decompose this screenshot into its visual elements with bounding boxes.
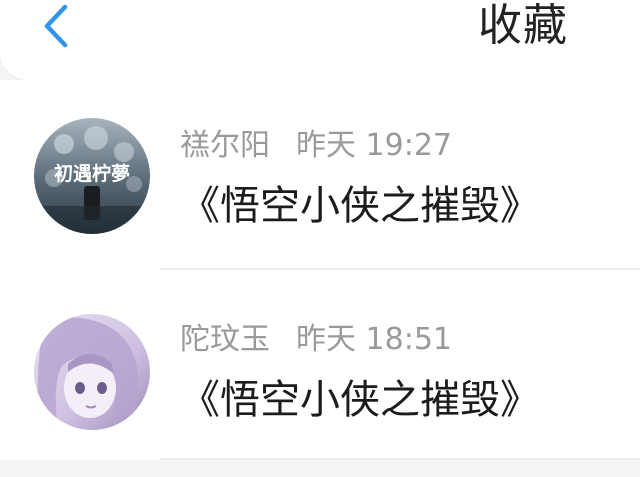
list-item[interactable]: 陀玟玉 昨天 18:51 《悟空小侠之摧毁》 [0, 270, 640, 460]
sender-name: 禚尔阳 [180, 128, 270, 163]
page-title: 收藏 [478, 0, 568, 51]
avatar-text: 初遇柠夢 [54, 162, 130, 185]
favorites-list: 初遇柠夢 禚尔阳 昨天 19:27 《悟空小侠之摧毁》 陀玟玉 昨天 18:51… [0, 80, 640, 460]
avatar[interactable]: 初遇柠夢 [34, 118, 150, 234]
sender-name: 陀玟玉 [180, 322, 270, 357]
avatar[interactable] [34, 314, 150, 430]
divider [160, 458, 640, 460]
chevron-left-icon [44, 4, 68, 48]
timestamp: 昨天 19:27 [296, 128, 452, 163]
list-item[interactable]: 初遇柠夢 禚尔阳 昨天 19:27 《悟空小侠之摧毁》 [0, 80, 640, 270]
item-meta: 陀玟玉 昨天 18:51 [180, 320, 452, 360]
item-meta: 禚尔阳 昨天 19:27 [180, 126, 452, 166]
timestamp: 昨天 18:51 [296, 322, 452, 357]
back-button[interactable] [38, 0, 74, 52]
avatar-image: 初遇柠夢 [34, 118, 150, 234]
avatar-image [34, 314, 150, 430]
header-bar: 收藏 [0, 0, 640, 81]
favorite-content[interactable]: 《悟空小侠之摧毁》 [180, 372, 540, 428]
favorite-content[interactable]: 《悟空小侠之摧毁》 [180, 178, 540, 234]
